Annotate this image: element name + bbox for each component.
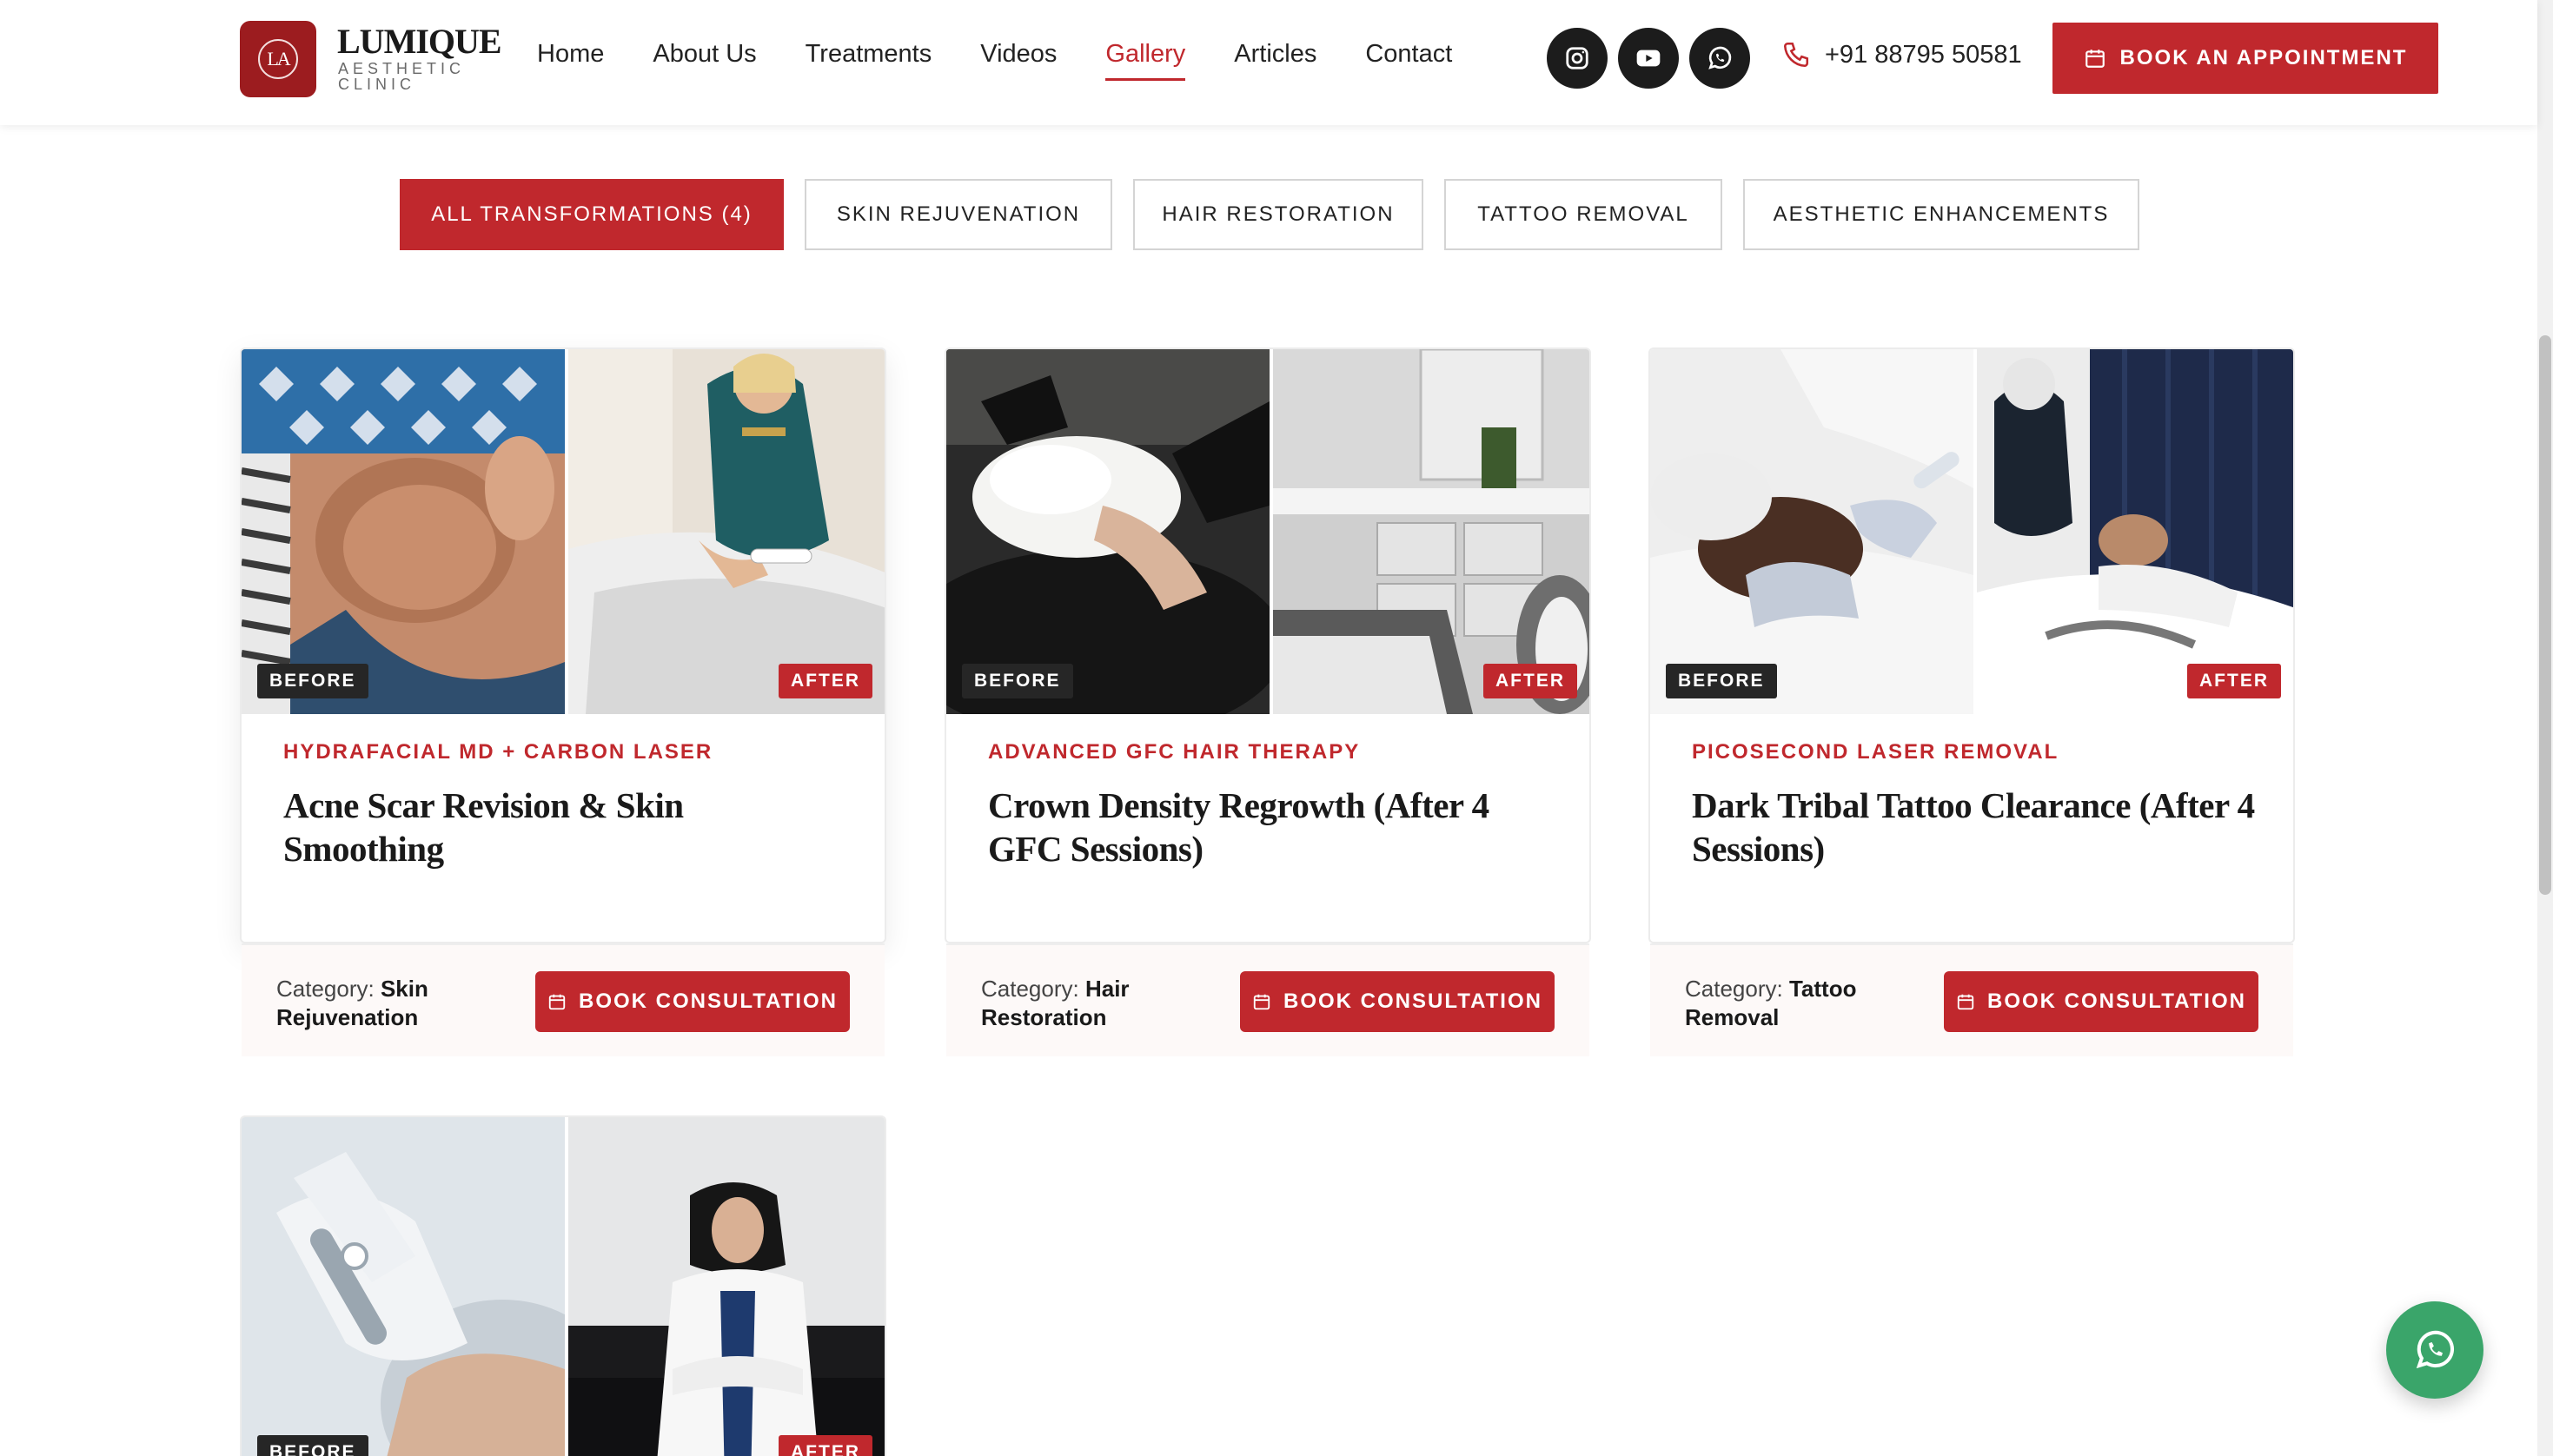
phone-link[interactable]: +91 88795 50581 [1781, 40, 2022, 69]
calendar-icon [1957, 994, 1974, 1010]
youtube-link[interactable] [1618, 28, 1679, 89]
logo-mark[interactable]: LA [240, 21, 316, 97]
category-label: Category: [981, 976, 1079, 1002]
whatsapp-link[interactable] [1689, 28, 1750, 89]
card-title[interactable]: Crown Density Regrowth (After 4 GFC Sess… [988, 784, 1555, 870]
before-after-image[interactable]: BEFORE AFTER [946, 349, 1589, 714]
category-label: Category: [276, 976, 375, 1002]
book-consultation-button[interactable]: BOOK CONSULTATION [535, 971, 850, 1032]
after-badge: AFTER [779, 1435, 872, 1456]
instagram-link[interactable] [1547, 28, 1608, 89]
site-header: LA LUMIQUE AESTHETIC CLINIC Home About U… [0, 0, 2537, 125]
after-photo [1270, 349, 1589, 714]
after-badge: AFTER [2187, 664, 2281, 698]
youtube-icon [1636, 50, 1661, 67]
gallery-card: BEFORE AFTER ADVANCED GFC HAIR THERAPY C… [945, 347, 1591, 943]
filter-tattoo-removal[interactable]: TATTOO REMOVAL [1444, 179, 1722, 250]
filter-aesthetic-enhancements[interactable]: AESTHETIC ENHANCEMENTS [1743, 179, 2139, 250]
before-after-image[interactable]: BEFORE AFTER [242, 349, 885, 714]
nav-contact[interactable]: Contact [1365, 40, 1452, 81]
card-footer: Category: Tattoo Removal BOOK CONSULTATI… [1650, 943, 2293, 1056]
book-appointment-label: BOOK AN APPOINTMENT [2119, 46, 2408, 69]
card-footer: Category: Hair Restoration BOOK CONSULTA… [946, 943, 1589, 1056]
logo-subtitle: AESTHETIC CLINIC [338, 60, 466, 93]
phone-number: +91 88795 50581 [1825, 40, 2022, 69]
logo-name[interactable]: LUMIQUE [337, 21, 502, 62]
card-body: HYDRAFACIAL MD + CARBON LASER Acne Scar … [283, 740, 850, 870]
before-badge: BEFORE [1666, 664, 1777, 698]
card-body: ADVANCED GFC HAIR THERAPY Crown Density … [988, 740, 1555, 870]
after-photo [565, 349, 885, 714]
calendar-icon [1253, 994, 1270, 1010]
whatsapp-icon [1708, 46, 1732, 69]
category-text: Category: Skin Rejuvenation [276, 975, 476, 1032]
treatment-label: PICOSECOND LASER REMOVAL [1692, 740, 2059, 764]
nav-home[interactable]: Home [537, 40, 604, 81]
instagram-icon [1566, 47, 1588, 69]
category-text: Category: Tattoo Removal [1685, 975, 1885, 1032]
treatment-label: ADVANCED GFC HAIR THERAPY [988, 740, 1361, 764]
before-after-image[interactable]: BEFORE AFTER [1650, 349, 2293, 714]
nav-about-us[interactable]: About Us [653, 40, 756, 81]
after-photo [1973, 349, 2293, 714]
before-photo [946, 349, 1270, 714]
nav-videos[interactable]: Videos [980, 40, 1057, 81]
card-body: PICOSECOND LASER REMOVAL Dark Tribal Tat… [1692, 740, 2258, 870]
before-photo [1650, 349, 1973, 714]
before-photo [242, 349, 565, 714]
category-label: Category: [1685, 976, 1783, 1002]
scrollbar-thumb[interactable] [2539, 335, 2551, 895]
nav-treatments[interactable]: Treatments [806, 40, 932, 81]
filter-hair-restoration[interactable]: HAIR RESTORATION [1133, 179, 1423, 250]
after-photo [565, 1117, 885, 1456]
before-badge: BEFORE [257, 664, 368, 698]
book-consultation-button[interactable]: BOOK CONSULTATION [1240, 971, 1555, 1032]
book-consultation-label: BOOK CONSULTATION [579, 989, 838, 1013]
book-consultation-button[interactable]: BOOK CONSULTATION [1944, 971, 2258, 1032]
whatsapp-chat-button[interactable] [2386, 1301, 2483, 1399]
after-badge: AFTER [1483, 664, 1577, 698]
calendar-icon [2085, 50, 2105, 68]
gallery-card: BEFORE AFTER [240, 1115, 886, 1456]
filter-all-transformations[interactable]: ALL TRANSFORMATIONS (4) [400, 179, 784, 250]
treatment-label: HYDRAFACIAL MD + CARBON LASER [283, 740, 713, 764]
category-text: Category: Hair Restoration [981, 975, 1181, 1032]
book-consultation-label: BOOK CONSULTATION [1987, 989, 2246, 1013]
nav-gallery[interactable]: Gallery [1105, 40, 1185, 81]
calendar-icon [548, 994, 566, 1010]
main-nav: Home About Us Treatments Videos Gallery … [537, 40, 1452, 81]
before-badge: BEFORE [257, 1435, 368, 1456]
gallery-card: BEFORE AFTER PICOSECOND LASER REMOVAL Da… [1648, 347, 2295, 943]
whatsapp-icon [2416, 1330, 2455, 1369]
card-title[interactable]: Acne Scar Revision & Skin Smoothing [283, 784, 850, 870]
before-badge: BEFORE [962, 664, 1073, 698]
after-badge: AFTER [779, 664, 872, 698]
logo-monogram: LA [258, 39, 298, 79]
card-footer: Category: Skin Rejuvenation BOOK CONSULT… [242, 943, 885, 1056]
phone-icon [1783, 42, 1809, 68]
nav-articles[interactable]: Articles [1234, 40, 1316, 81]
before-after-image[interactable]: BEFORE AFTER [242, 1117, 885, 1456]
before-photo [242, 1117, 565, 1456]
book-consultation-label: BOOK CONSULTATION [1283, 989, 1542, 1013]
card-title[interactable]: Dark Tribal Tattoo Clearance (After 4 Se… [1692, 784, 2258, 870]
book-appointment-button[interactable]: BOOK AN APPOINTMENT [2052, 23, 2438, 94]
gallery-card: BEFORE AFTER HYDRAFACIAL MD + CARBON LAS… [240, 347, 886, 943]
filter-skin-rejuvenation[interactable]: SKIN REJUVENATION [805, 179, 1112, 250]
